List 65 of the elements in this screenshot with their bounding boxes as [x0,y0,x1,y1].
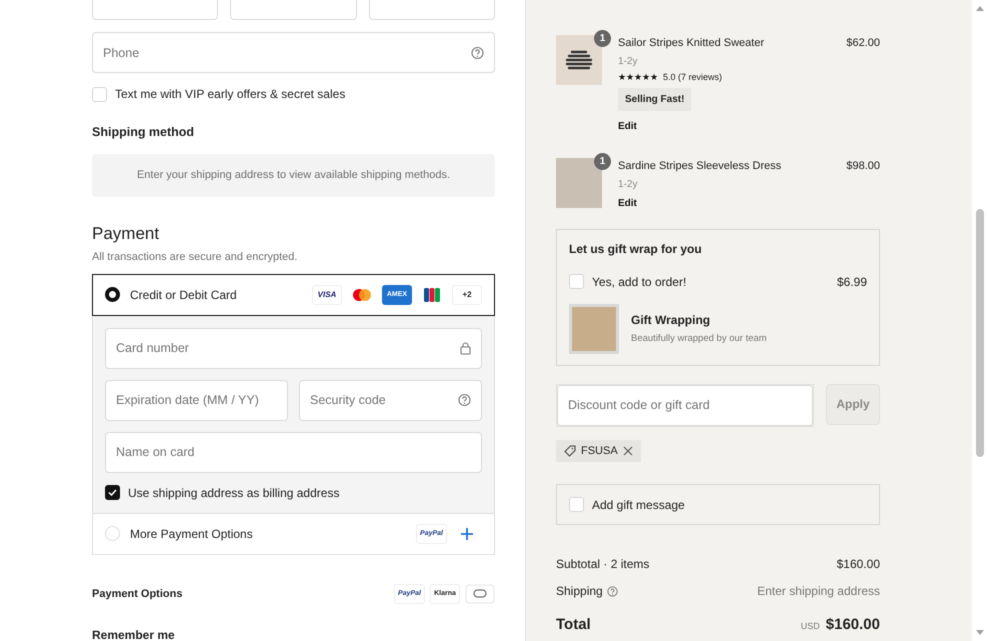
summary-value: Enter shipping address [757,583,880,600]
input-field[interactable]: Phone [92,32,495,73]
star-icon: ★ [626,70,634,84]
product-name: Gift Wrapping [631,312,712,329]
card-title: Let us gift wrap for you [569,240,703,258]
total-label: Total [556,615,591,635]
checkbox-label: Use shipping address as billing address [128,484,340,502]
edit-link[interactable]: Edit [618,119,880,134]
star-icon: ★ [634,70,642,84]
more-cards-badge: +2 [452,284,482,305]
option-price: $6.99 [836,274,867,290]
discount-code: FSUSA [581,444,618,458]
visa-logo: VISA [312,284,342,305]
input-field[interactable]: Expiration date (MM / YY) [105,380,288,421]
scroll-down-arrow-icon[interactable] [976,630,984,635]
help-icon [606,586,618,596]
scroll-up-arrow-icon[interactable] [976,6,984,11]
summary-value: $160.00 [836,556,880,573]
lock-icon [460,342,471,355]
checkbox-label: Yes, add to order! [592,274,688,290]
edit-link[interactable]: Edit [618,196,880,210]
summary-label: Subtotal · 2 items [556,556,650,573]
tag-icon [564,444,576,457]
radio-button[interactable] [105,287,120,302]
input-field[interactable]: Name on card [105,432,482,473]
check-icon [108,489,117,496]
variant-label: 1-2y [618,54,638,68]
quantity-badge: 1 [594,30,611,47]
currency-label: USD [800,620,820,633]
star-icon: ★ [650,70,658,84]
section-heading: Payment Options [92,586,182,602]
card-icon [465,584,495,604]
section-heading: Shipping method [92,124,196,141]
checkbox-label: Text me with VIP early offers & secret sales [115,86,346,103]
summary-label: Shipping [556,583,603,600]
option-label: More Payment Options [130,526,254,543]
product-name: Sardine Stripes Sleeveless Dress [618,159,782,174]
product-name: Sailor Stripes Knitted Sweater [618,36,764,51]
sweater-drawing [556,35,602,85]
scrollbar-thumb[interactable] [976,209,984,457]
close-icon[interactable] [622,446,633,456]
input-field[interactable]: Security code [299,380,482,421]
star-icon: ★ [618,70,626,84]
photo-placeholder [569,304,619,354]
product-price: $62.00 [846,36,880,51]
variant-label: 1-2y [618,178,638,192]
option-label: Credit or Debit Card [130,286,238,304]
input-field[interactable]: Card number [105,328,482,369]
quantity-badge: 1 [594,153,611,170]
help-icon [458,394,471,407]
input-field[interactable]: Discount code or gift card [557,384,813,426]
total-value: $160.00 [826,615,880,635]
help-icon [471,46,484,59]
section-heading: Payment [92,222,160,245]
shipping-notice: Enter your shipping address to view available shipping methods. [92,154,495,197]
section-subtitle: All transactions are secure and encrypted. [92,250,298,266]
photo-placeholder [556,158,602,208]
checkbox[interactable] [105,485,120,500]
product-price: $98.00 [846,159,880,174]
product-tag: Selling Fast! [618,88,692,111]
star-icon: ★ [642,70,650,84]
checkbox-label: Add gift message [592,496,685,514]
section-heading: Remember me [92,626,176,641]
product-description: Beautifully wrapped by our team [631,332,767,346]
rating-text: 5.0 (7 reviews) [663,70,722,84]
